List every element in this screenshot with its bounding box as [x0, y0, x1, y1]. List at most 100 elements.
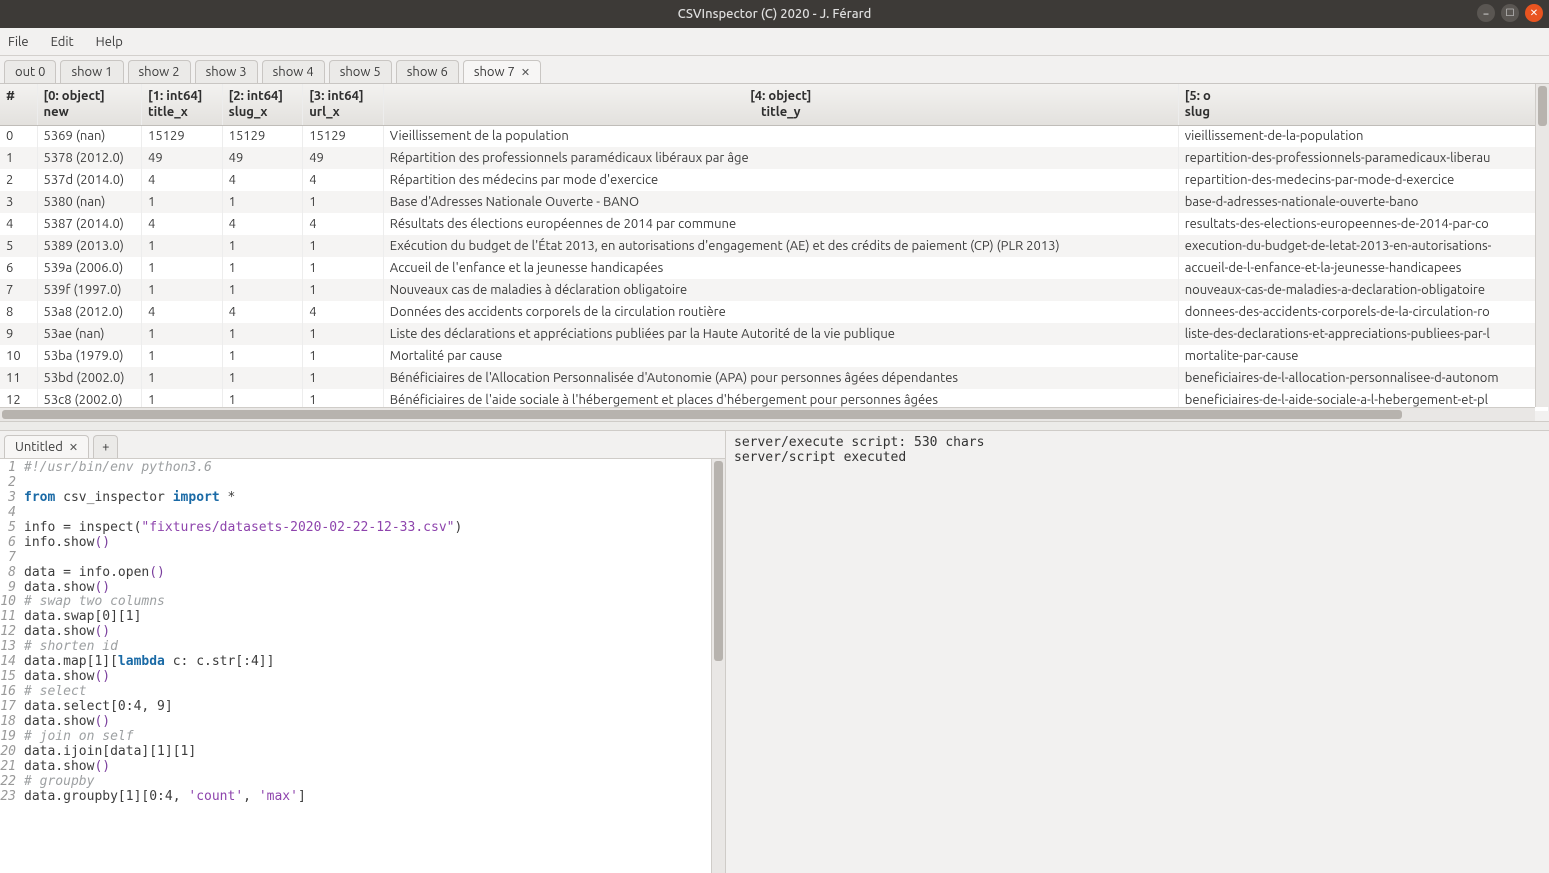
- table-cell: repartition-des-professionnels-paramedic…: [1178, 147, 1548, 169]
- table-row[interactable]: 45387 (2014.0)444Résultats des élections…: [0, 213, 1549, 235]
- table-cell: 1: [303, 279, 384, 301]
- line-number: 20: [0, 745, 20, 760]
- tab-label: out 0: [15, 65, 45, 79]
- result-tab-show-4[interactable]: show 4: [262, 60, 325, 83]
- close-icon[interactable]: ✕: [69, 441, 78, 454]
- scrollbar-thumb[interactable]: [1538, 86, 1547, 126]
- grid-horizontal-scrollbar[interactable]: [0, 407, 1535, 421]
- table-cell: 4: [142, 213, 223, 235]
- result-tab-show-1[interactable]: show 1: [60, 60, 123, 83]
- result-tab-show-6[interactable]: show 6: [396, 60, 459, 83]
- table-cell: base-d-adresses-nationale-ouverte-bano: [1178, 191, 1548, 213]
- column-header[interactable]: [4: object]title_y: [383, 84, 1178, 125]
- code-line: 3from csv_inspector import *: [0, 491, 725, 506]
- result-tab-out-0[interactable]: out 0: [4, 60, 56, 83]
- window-minimize-button[interactable]: –: [1477, 4, 1495, 22]
- table-cell: Répartition des médecins par mode d'exer…: [383, 169, 1178, 191]
- code-text: data = info.open(): [20, 566, 165, 581]
- line-number: 1: [0, 461, 20, 476]
- code-line: 4: [0, 506, 725, 521]
- line-number: 2: [0, 476, 20, 491]
- line-number: 9: [0, 581, 20, 596]
- table-cell: resultats-des-elections-europeennes-de-2…: [1178, 213, 1548, 235]
- column-header[interactable]: [0: object]new: [37, 84, 142, 125]
- table-cell: 1: [222, 323, 303, 345]
- table-cell: nouveaux-cas-de-maladies-a-declaration-o…: [1178, 279, 1548, 301]
- grid-vertical-scrollbar[interactable]: [1535, 84, 1549, 407]
- scrollbar-thumb[interactable]: [714, 461, 723, 661]
- editor-pane: Untitled ✕ + 1#!/usr/bin/env python3.623…: [0, 431, 726, 873]
- code-line: 1#!/usr/bin/env python3.6: [0, 461, 725, 476]
- table-cell: 49: [303, 147, 384, 169]
- table-cell: 1: [222, 235, 303, 257]
- code-editor[interactable]: 1#!/usr/bin/env python3.623from csv_insp…: [0, 459, 725, 873]
- table-row[interactable]: 15378 (2012.0)494949Répartition des prof…: [0, 147, 1549, 169]
- result-tab-show-2[interactable]: show 2: [128, 60, 191, 83]
- table-cell: 4: [142, 301, 223, 323]
- table-row[interactable]: 05369 (nan)151291512915129Vieillissement…: [0, 125, 1549, 147]
- window-close-button[interactable]: ✕: [1525, 4, 1543, 22]
- code-line: 6info.show(): [0, 536, 725, 551]
- menu-file[interactable]: File: [8, 35, 29, 49]
- table-row[interactable]: 1153bd (2002.0)111Bénéficiaires de l'All…: [0, 367, 1549, 389]
- line-number: 12: [0, 625, 20, 640]
- table-cell: beneficiaires-de-l-allocation-personnali…: [1178, 367, 1548, 389]
- result-tab-show-5[interactable]: show 5: [329, 60, 392, 83]
- editor-tab-untitled[interactable]: Untitled ✕: [4, 435, 89, 458]
- table-cell: 1: [303, 367, 384, 389]
- table-cell: 53ae (nan): [37, 323, 142, 345]
- table-row[interactable]: 853a8 (2012.0)444Données des accidents c…: [0, 301, 1549, 323]
- data-grid-container: #[0: object]new[1: int64]title_x[2: int6…: [0, 83, 1549, 421]
- window-maximize-button[interactable]: ☐: [1501, 4, 1519, 22]
- table-cell: execution-du-budget-de-letat-2013-en-aut…: [1178, 235, 1548, 257]
- table-row[interactable]: 35380 (nan)111Base d'Adresses Nationale …: [0, 191, 1549, 213]
- column-header[interactable]: [1: int64]title_x: [142, 84, 223, 125]
- result-tab-show-7[interactable]: show 7✕: [463, 60, 541, 83]
- scrollbar-thumb[interactable]: [2, 410, 1402, 419]
- table-cell: 15129: [142, 125, 223, 147]
- table-row[interactable]: 953ae (nan)111Liste des déclarations et …: [0, 323, 1549, 345]
- table-row[interactable]: 6539a (2006.0)111Accueil de l'enfance et…: [0, 257, 1549, 279]
- pane-splitter[interactable]: [0, 421, 1549, 431]
- output-console: server/execute script: 530 chars server/…: [726, 431, 1549, 873]
- table-cell: 6: [0, 257, 37, 279]
- table-cell: Nouveaux cas de maladies à déclaration o…: [383, 279, 1178, 301]
- table-row[interactable]: 55389 (2013.0)111Exécution du budget de …: [0, 235, 1549, 257]
- table-cell: Base d'Adresses Nationale Ouverte - BANO: [383, 191, 1178, 213]
- code-text: data.show(): [20, 760, 110, 775]
- column-header[interactable]: [3: int64]url_x: [303, 84, 384, 125]
- table-cell: 7: [0, 279, 37, 301]
- column-header[interactable]: [5: oslug: [1178, 84, 1548, 125]
- table-row[interactable]: 7539f (1997.0)111Nouveaux cas de maladie…: [0, 279, 1549, 301]
- menu-help[interactable]: Help: [96, 35, 123, 49]
- close-icon[interactable]: ✕: [521, 66, 530, 79]
- column-header[interactable]: [2: int64]slug_x: [222, 84, 303, 125]
- result-tab-show-3[interactable]: show 3: [195, 60, 258, 83]
- table-row[interactable]: 1053ba (1979.0)111Mortalité par causemor…: [0, 345, 1549, 367]
- table-cell: donnees-des-accidents-corporels-de-la-ci…: [1178, 301, 1548, 323]
- code-text: data.map[1][lambda c: c.str[:4]]: [20, 655, 274, 670]
- table-cell: 4: [0, 213, 37, 235]
- editor-add-tab-button[interactable]: +: [93, 435, 118, 458]
- table-row[interactable]: 2537d (2014.0)444Répartition des médecin…: [0, 169, 1549, 191]
- table-cell: Bénéficiaires de l'Allocation Personnali…: [383, 367, 1178, 389]
- table-cell: 9: [0, 323, 37, 345]
- line-number: 4: [0, 506, 20, 521]
- tab-label: show 1: [71, 65, 112, 79]
- data-table[interactable]: #[0: object]new[1: int64]title_x[2: int6…: [0, 84, 1549, 411]
- code-line: 12data.show(): [0, 625, 725, 640]
- table-cell: vieillissement-de-la-population: [1178, 125, 1548, 147]
- table-cell: 49: [222, 147, 303, 169]
- code-text: data.show(): [20, 670, 110, 685]
- editor-vertical-scrollbar[interactable]: [711, 459, 725, 873]
- editor-tab-label: Untitled: [15, 440, 63, 454]
- code-text: # shorten id: [20, 640, 118, 655]
- column-header[interactable]: #: [0, 84, 37, 125]
- table-cell: 5: [0, 235, 37, 257]
- table-cell: Exécution du budget de l'État 2013, en a…: [383, 235, 1178, 257]
- table-cell: 1: [303, 257, 384, 279]
- code-line: 17data.select[0:4, 9]: [0, 700, 725, 715]
- line-number: 10: [0, 595, 20, 610]
- code-text: info.show(): [20, 536, 110, 551]
- menu-edit[interactable]: Edit: [51, 35, 74, 49]
